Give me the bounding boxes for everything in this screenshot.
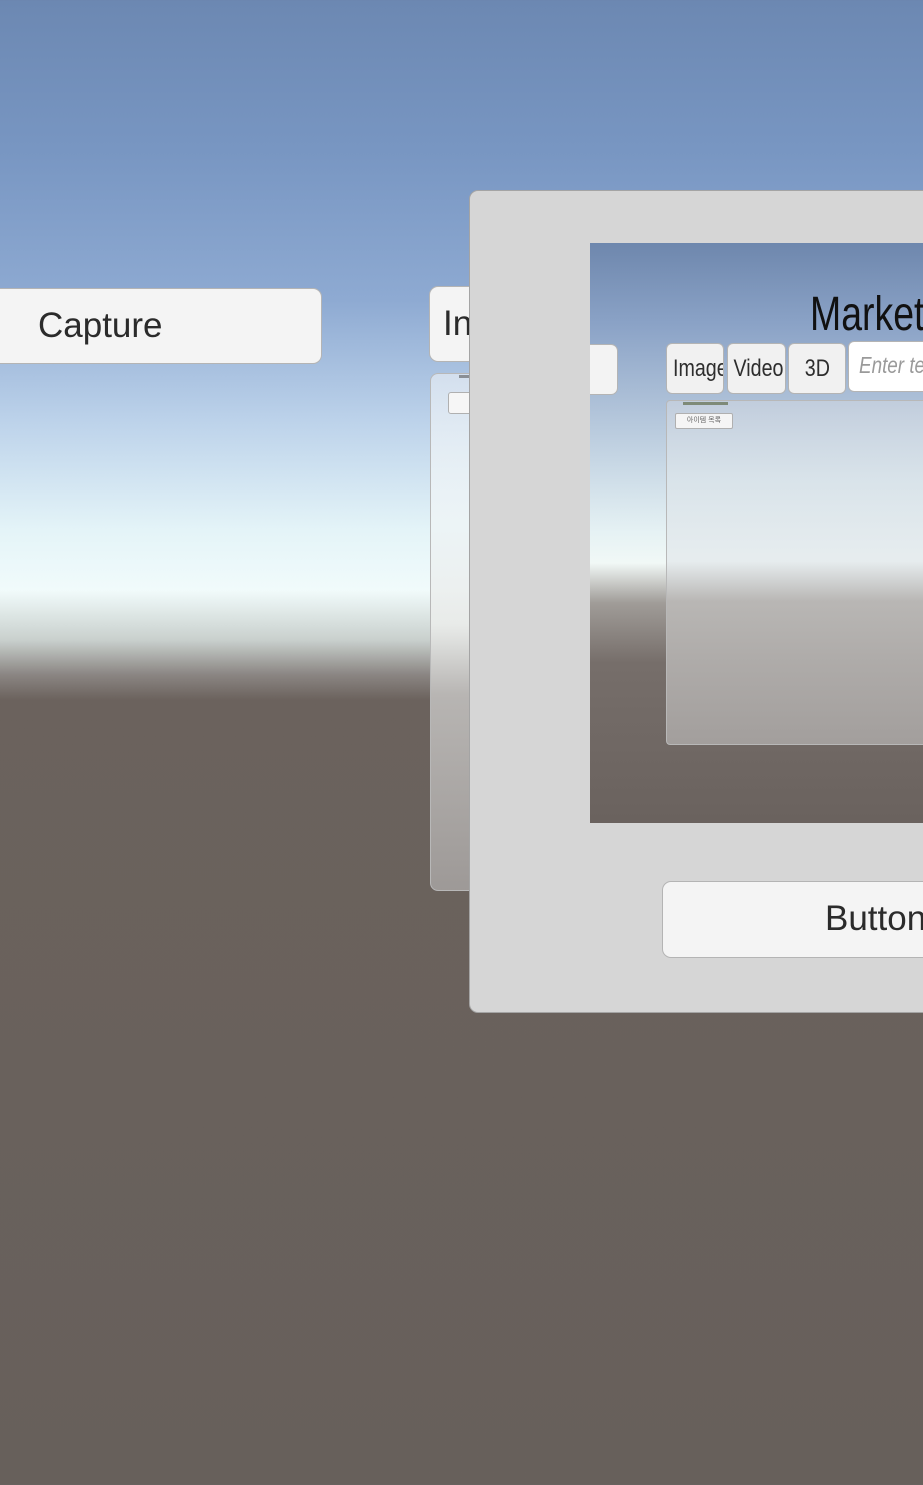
capture-button[interactable]: Capture (0, 288, 322, 364)
tab-image: Image (666, 343, 724, 394)
preview-item-list: 아이템 목록 (666, 400, 923, 745)
preview-list-item: 아이템 목록 (675, 413, 733, 429)
tab-3d: 3D (788, 343, 846, 394)
popup-button[interactable]: Button (662, 881, 923, 958)
capture-button-label: Capture (38, 306, 163, 345)
search-input: Enter tex (848, 341, 923, 392)
tab-video: Video (727, 343, 786, 394)
tab-3d-label: 3D (804, 355, 830, 382)
back-panel-button-label: In (443, 304, 473, 343)
search-placeholder: Enter tex (859, 352, 923, 378)
preview-title: Market (810, 288, 923, 341)
tab-image-label: Image (673, 355, 724, 382)
preview-list-scrollbar-handle (683, 402, 728, 405)
preview-partial-button (590, 344, 618, 395)
popup-button-label: Button (825, 899, 923, 938)
capture-preview-image: Market Image Video 3D Enter tex 아이템 목록 (590, 243, 923, 823)
tab-video-label: Video (733, 355, 784, 382)
